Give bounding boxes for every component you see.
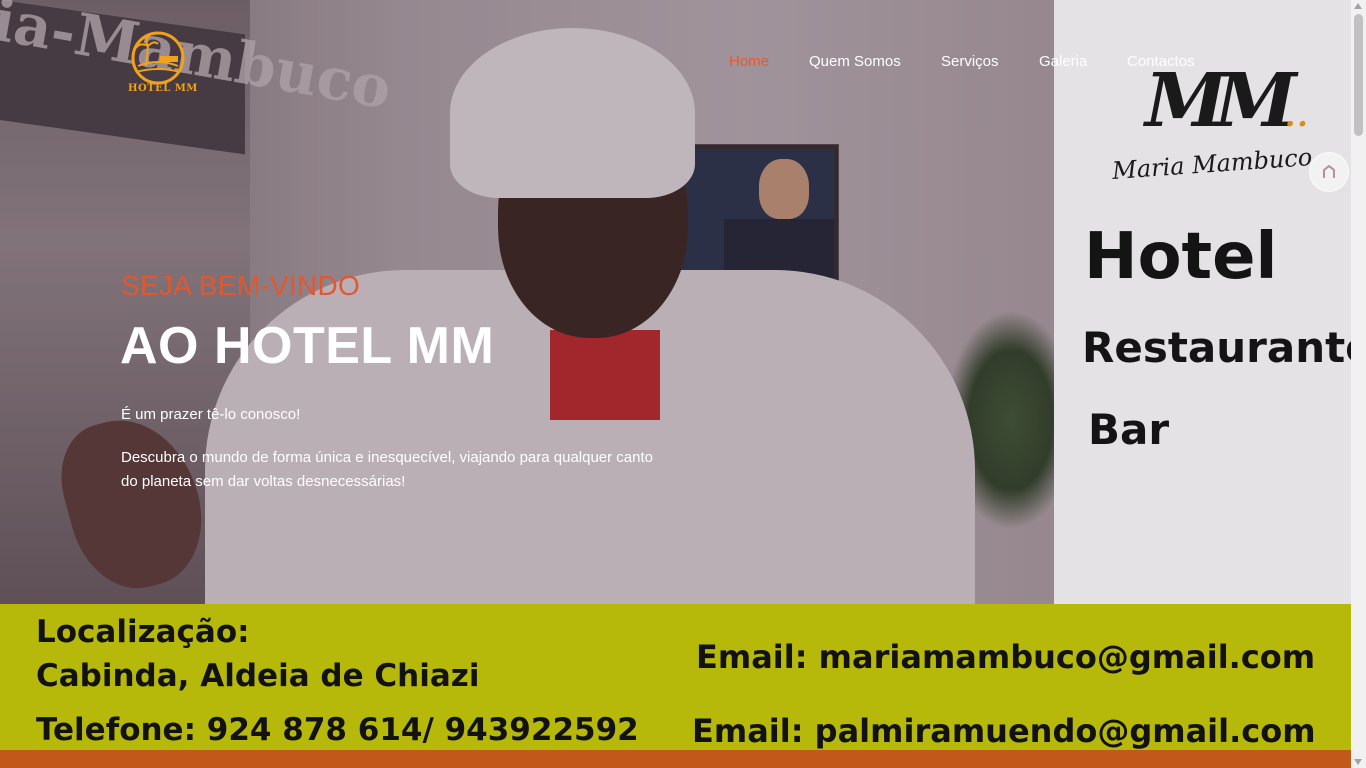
hero-lead: É um prazer tê-lo conosco! [121,406,301,423]
nav-servicos[interactable]: Serviços [941,53,999,70]
nav-contactos[interactable]: Contactos [1127,53,1195,70]
hero-description: Descubra o mundo de forma única e inesqu… [121,449,654,490]
share-button[interactable] [1309,152,1349,192]
location-value: Cabinda, Aldeia de Chiazi [36,658,480,694]
brand-name: HOTEL MM [128,83,198,94]
page-scrollbar[interactable] [1351,0,1366,768]
sign-bar-label: Bar [1088,405,1170,454]
hero-title: AO HOTEL MM [120,317,495,375]
nav-home[interactable]: Home [729,53,769,70]
hero-kicker: SEJA BEM-VINDO [121,270,361,301]
scroll-up-icon[interactable] [1354,3,1362,9]
contact-banner: Localização: Cabinda, Aldeia de Chiazi T… [0,604,1351,750]
sign-restaurant-label: Restaurante [1082,323,1366,372]
sign-hotel-label: Hotel [1084,220,1278,294]
mm-logo-mark: MM.. [1145,58,1310,144]
location-label: Localização: [36,614,250,650]
share-icon [1323,164,1335,178]
banner-bottom-strip [0,750,1351,768]
email-1: Email: mariamambuco@gmail.com [696,638,1316,676]
phone-text: Telefone: 924 878 614/ 943922592 [36,712,639,748]
email-2: Email: palmiramuendo@gmail.com [692,712,1316,750]
scroll-down-icon[interactable] [1354,759,1362,765]
nav-quem-somos[interactable]: Quem Somos [809,53,901,70]
nav-galeria[interactable]: Galeria [1039,53,1087,70]
scrollbar-thumb[interactable] [1354,14,1363,136]
